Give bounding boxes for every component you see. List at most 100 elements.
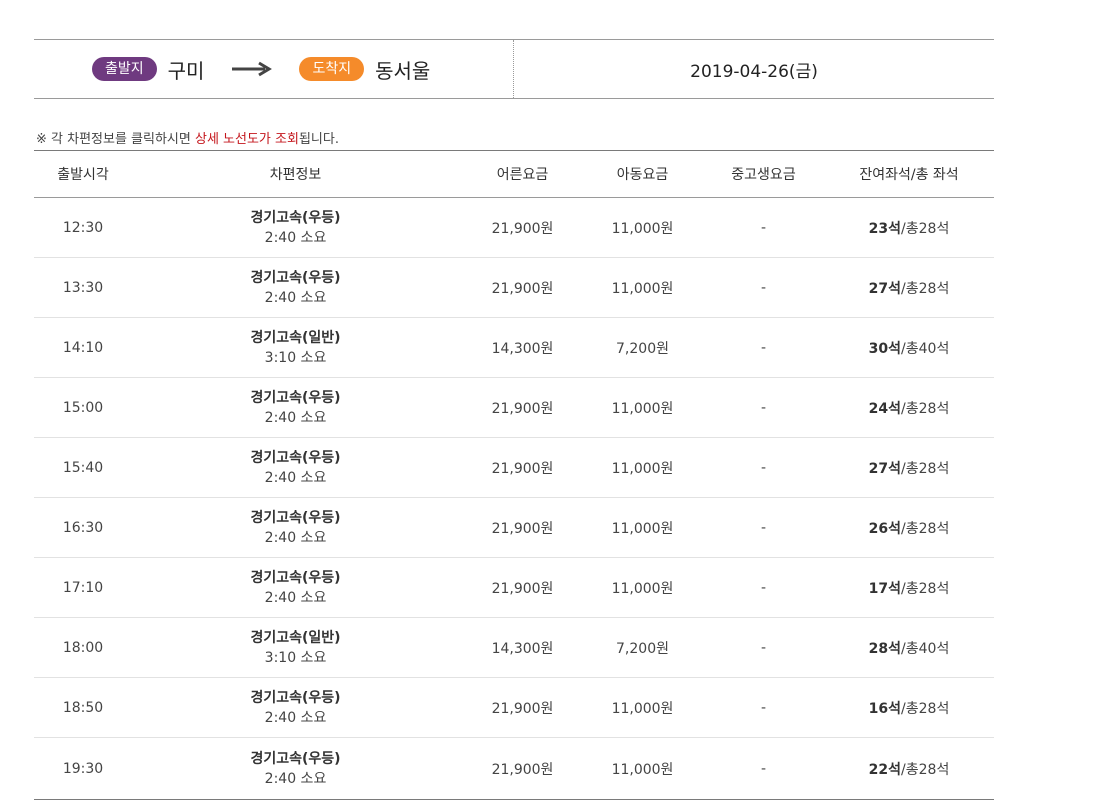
table-row[interactable]: 18:50 경기고속(우등) 2:40 소요 21,900원 11,000원 -… (34, 678, 994, 738)
row-seats: 27석/총28석 (828, 458, 990, 478)
row-adult-fare: 21,900원 (491, 460, 554, 477)
table-row[interactable]: 15:40 경기고속(우등) 2:40 소요 21,900원 11,000원 -… (34, 438, 994, 498)
row-seats: 30석/총40석 (828, 338, 990, 358)
row-bus-info[interactable]: 경기고속(우등) 2:40 소요 (132, 688, 459, 728)
row-student-fare: - (760, 699, 767, 716)
row-adult-fare: 21,900원 (491, 700, 554, 717)
row-bus-company[interactable]: 경기고속(우등) (132, 388, 459, 408)
row-bus-info[interactable]: 경기고속(우등) 2:40 소요 (132, 208, 459, 248)
row-departure-time: 19:30 (62, 760, 104, 777)
origin-terminal: 구미 (167, 58, 205, 83)
row-bus-company[interactable]: 경기고속(우등) (132, 448, 459, 468)
row-seats: 22석/총28석 (828, 759, 990, 779)
row-bus-info[interactable]: 경기고속(우등) 2:40 소요 (132, 388, 459, 428)
row-seats-total: /총28석 (901, 400, 950, 417)
row-adult-fare: 14,300원 (491, 640, 554, 657)
row-duration: 2:40 소요 (264, 229, 327, 246)
row-seats-left: 23석 (868, 220, 902, 237)
row-duration: 3:10 소요 (264, 349, 327, 366)
row-departure-time: 13:30 (62, 279, 104, 296)
row-child-fare: 11,000원 (611, 280, 674, 297)
notice-highlight: 상세 노선도가 조회 (194, 132, 299, 147)
row-seats-left: 27석 (868, 460, 902, 477)
row-bus-info[interactable]: 경기고속(우등) 2:40 소요 (132, 568, 459, 608)
row-adult-fare: 21,900원 (491, 520, 554, 537)
row-duration: 2:40 소요 (264, 409, 327, 426)
row-bus-company[interactable]: 경기고속(우등) (132, 508, 459, 528)
row-bus-company[interactable]: 경기고속(일반) (132, 328, 459, 348)
row-bus-info[interactable]: 경기고속(우등) 2:40 소요 (132, 508, 459, 548)
departure-date: 2019-04-26(금) (690, 61, 818, 82)
table-row[interactable]: 12:30 경기고속(우등) 2:40 소요 21,900원 11,000원 -… (34, 198, 994, 258)
header-departure-time: 출발시각 (57, 167, 109, 183)
table-row[interactable]: 16:30 경기고속(우등) 2:40 소요 21,900원 11,000원 -… (34, 498, 994, 558)
table-header: 출발시각 차편정보 어른요금 아동요금 중고생요금 잔여좌석/총 좌석 (34, 151, 994, 198)
row-child-fare: 7,200원 (616, 640, 669, 657)
row-child-fare: 7,200원 (616, 340, 669, 357)
table-row[interactable]: 17:10 경기고속(우등) 2:40 소요 21,900원 11,000원 -… (34, 558, 994, 618)
row-bus-info[interactable]: 경기고속(우등) 2:40 소요 (132, 448, 459, 488)
row-bus-info[interactable]: 경기고속(일반) 3:10 소요 (132, 328, 459, 368)
row-bus-info[interactable]: 경기고속(우등) 2:40 소요 (132, 749, 459, 789)
row-bus-company[interactable]: 경기고속(우등) (132, 268, 459, 288)
row-departure-time: 18:50 (62, 699, 104, 716)
header-adult-fare: 어른요금 (496, 167, 549, 183)
row-seats-left: 30석 (868, 340, 902, 357)
row-student-fare: - (760, 399, 767, 416)
row-bus-company[interactable]: 경기고속(일반) (132, 628, 459, 648)
row-departure-time: 18:00 (62, 639, 104, 656)
row-seats-total: /총40석 (901, 340, 950, 357)
row-student-fare: - (760, 279, 767, 296)
row-student-fare: - (760, 639, 767, 656)
row-bus-company[interactable]: 경기고속(우등) (132, 688, 459, 708)
row-seats-total: /총28석 (901, 761, 950, 778)
row-child-fare: 11,000원 (611, 460, 674, 477)
row-student-fare: - (760, 760, 767, 777)
row-seats: 16석/총28석 (828, 698, 990, 718)
row-duration: 2:40 소요 (264, 289, 327, 306)
table-row[interactable]: 18:00 경기고속(일반) 3:10 소요 14,300원 7,200원 - … (34, 618, 994, 678)
row-student-fare: - (760, 339, 767, 356)
row-adult-fare: 21,900원 (491, 220, 554, 237)
row-child-fare: 11,000원 (611, 520, 674, 537)
row-seats-left: 17석 (868, 580, 902, 597)
row-duration: 3:10 소요 (264, 649, 327, 666)
row-duration: 2:40 소요 (264, 529, 327, 546)
row-student-fare: - (760, 219, 767, 236)
row-duration: 2:40 소요 (264, 709, 327, 726)
row-bus-info[interactable]: 경기고속(일반) 3:10 소요 (132, 628, 459, 668)
row-student-fare: - (760, 579, 767, 596)
row-duration: 2:40 소요 (264, 770, 327, 787)
row-departure-time: 15:40 (62, 459, 104, 476)
row-adult-fare: 21,900원 (491, 580, 554, 597)
header-seats: 잔여좌석/총 좌석 (859, 167, 959, 183)
row-child-fare: 11,000원 (611, 580, 674, 597)
row-adult-fare: 21,900원 (491, 400, 554, 417)
table-row[interactable]: 19:30 경기고속(우등) 2:40 소요 21,900원 11,000원 -… (34, 738, 994, 799)
notice-suffix: 됩니다. (298, 132, 339, 147)
table-row[interactable]: 13:30 경기고속(우등) 2:40 소요 21,900원 11,000원 -… (34, 258, 994, 318)
table-body: 12:30 경기고속(우등) 2:40 소요 21,900원 11,000원 -… (34, 198, 994, 799)
row-adult-fare: 14,300원 (491, 340, 554, 357)
row-seats: 23석/총28석 (828, 218, 990, 238)
row-adult-fare: 21,900원 (491, 280, 554, 297)
row-bus-company[interactable]: 경기고속(우등) (132, 749, 459, 769)
table-row[interactable]: 14:10 경기고속(일반) 3:10 소요 14,300원 7,200원 - … (34, 318, 994, 378)
header-bus-info: 차편정보 (269, 167, 322, 183)
row-seats-total: /총28석 (901, 220, 950, 237)
table-row[interactable]: 15:00 경기고속(우등) 2:40 소요 21,900원 11,000원 -… (34, 378, 994, 438)
row-departure-time: 14:10 (62, 339, 104, 356)
row-bus-company[interactable]: 경기고속(우등) (132, 568, 459, 588)
origin-badge: 출발지 (92, 57, 157, 81)
header-student-fare: 중고생요금 (731, 167, 796, 183)
row-student-fare: - (760, 519, 767, 536)
destination-terminal: 동서울 (375, 58, 431, 83)
route-endpoints: 출발지 구미 도착지 동서울 (34, 40, 514, 98)
row-seats: 28석/총40석 (828, 638, 990, 658)
row-bus-info[interactable]: 경기고속(우등) 2:40 소요 (132, 268, 459, 308)
row-seats: 24석/총28석 (828, 398, 990, 418)
row-seats-left: 22석 (868, 761, 902, 778)
row-bus-company[interactable]: 경기고속(우등) (132, 208, 459, 228)
row-seats: 26석/총28석 (828, 518, 990, 538)
row-duration: 2:40 소요 (264, 469, 327, 486)
